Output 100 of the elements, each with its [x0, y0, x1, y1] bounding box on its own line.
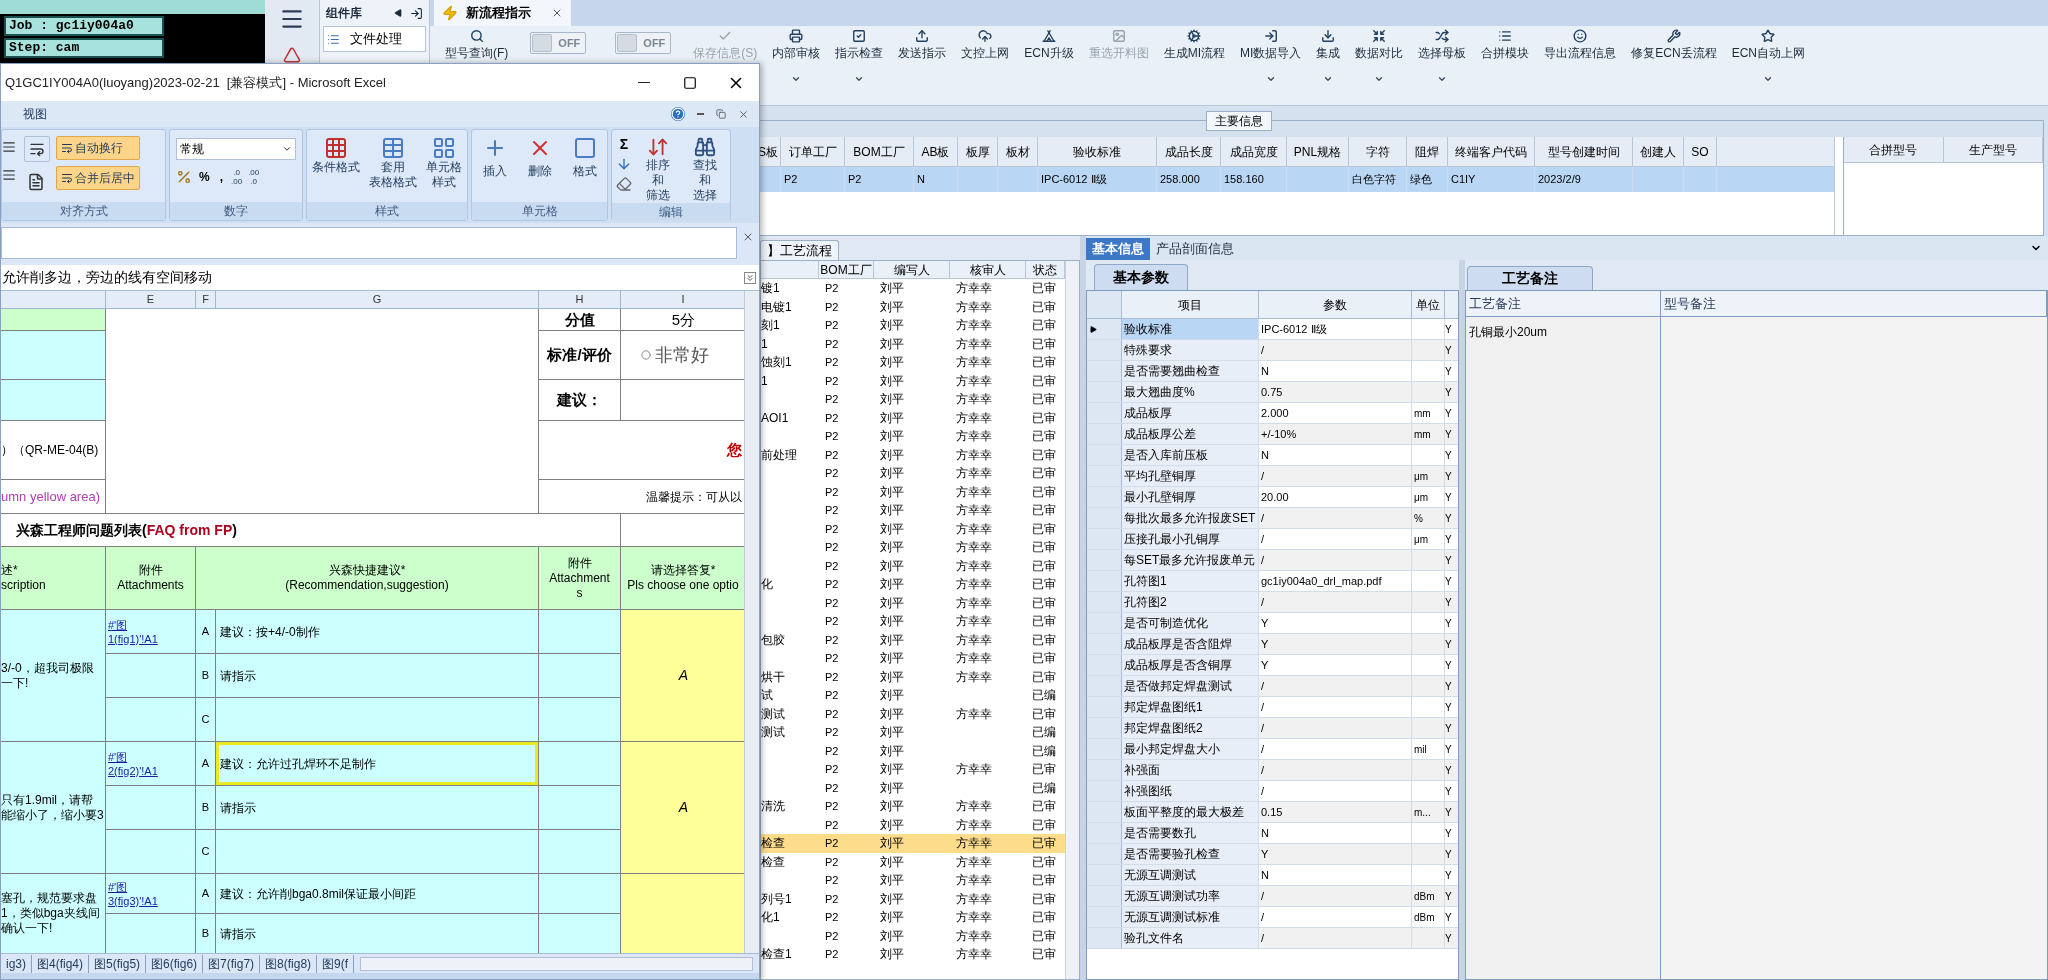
ribbon-button[interactable]: % — [196, 168, 213, 186]
ribbon-button[interactable]: , — [216, 168, 226, 186]
table-cell-text: 已审 — [1031, 502, 1057, 520]
sheet-tab[interactable]: ig3) — [1, 954, 32, 973]
table-cell: 建议：允许削bga0.8mil保证最小间距 — [216, 874, 539, 914]
table-cell-text: 刘平 — [879, 872, 905, 890]
ribbon-button[interactable]: 单元格 样式 — [422, 136, 467, 202]
collapse-icon[interactable] — [394, 9, 402, 17]
column-header: 编写人 — [874, 261, 950, 278]
table-cell: / — [1259, 676, 1412, 696]
toolbar-button[interactable]: 选择母板 — [1413, 26, 1472, 84]
table-cell-text: Y — [1445, 343, 1453, 358]
vertical-scrollbar[interactable] — [1065, 261, 1079, 979]
restore-icon[interactable] — [716, 109, 726, 119]
toolbar-button[interactable]: 集成 — [1311, 26, 1346, 84]
close-icon[interactable] — [738, 108, 749, 120]
sheet-tab[interactable]: 图4(fig4) — [32, 954, 90, 973]
ribbon-button[interactable]: 合并后居中 — [56, 166, 140, 190]
panel-tab[interactable]: 工艺备注 — [1467, 266, 1593, 290]
sheet-tab[interactable]: 图7(fig7) — [203, 954, 261, 973]
toolbar-button[interactable]: 导出流程信息 — [1539, 26, 1622, 60]
menu-tab[interactable]: 视图 — [23, 105, 47, 123]
column-header: 型号备注 — [1661, 291, 2047, 316]
ribbon-button[interactable]: 格式 — [568, 136, 601, 202]
toolbar-button[interactable]: ECN升级 — [1019, 26, 1079, 60]
cell-link[interactable]: #'图 3(fig3)'!A1 — [106, 879, 195, 908]
table-cell-text: μm — [1413, 490, 1429, 505]
toolbar-button[interactable]: 数据对比 — [1350, 26, 1409, 84]
decimal-button[interactable]: .0 .00 — [230, 168, 244, 186]
align-icon[interactable] — [2, 140, 16, 154]
format-dropdown[interactable]: 常规 — [176, 138, 296, 160]
vertical-scrollbar[interactable] — [744, 291, 759, 953]
minimize-icon[interactable] — [697, 113, 704, 115]
table-cell-text: 刘平 — [879, 409, 905, 427]
table-cell-text: 方幸幸 — [955, 910, 992, 925]
dock-icon[interactable] — [410, 6, 423, 20]
table-cell: 检查1 — [761, 947, 792, 962]
fill-icon[interactable] — [616, 156, 632, 172]
table-cell-text: 已审 — [1031, 409, 1057, 427]
ribbon-button[interactable]: 插入 — [478, 136, 511, 202]
decimal-button[interactable]: .00 .0 — [247, 168, 261, 186]
panel-tab[interactable]: 产品剖面信息 — [1150, 238, 1240, 260]
orientation-icon[interactable] — [24, 136, 50, 162]
group-title: 主要信息 — [1206, 111, 1272, 131]
ribbon-button[interactable]: 查找和 选择 — [683, 136, 726, 203]
expand-icon[interactable] — [744, 271, 756, 284]
table-cell-text: 方幸幸 — [955, 540, 992, 555]
toolbar-button[interactable]: 合拼模块 — [1476, 26, 1535, 60]
sheet-tab[interactable]: 图8(fig8) — [260, 954, 318, 973]
table-cell: 每SET最多允许报废单元 — [1122, 550, 1259, 570]
toolbar-button[interactable]: 生成MI流程 — [1158, 26, 1230, 60]
align-icon[interactable] — [2, 168, 16, 182]
ribbon-button[interactable]: 套用 表格格式 — [365, 136, 421, 202]
table-cell-text: 方幸幸 — [955, 762, 992, 777]
close-icon[interactable] — [551, 7, 563, 19]
ribbon-button[interactable]: 条件格式 — [307, 136, 364, 202]
document-tab[interactable]: 新流程指示 — [434, 0, 571, 26]
toolbar-button[interactable]: 型号查询(F) — [440, 26, 514, 60]
cell-style-icon — [432, 136, 457, 160]
sheet-tab[interactable]: 图6(fig6) — [146, 954, 204, 973]
ribbon-button[interactable]: 自动换行 — [56, 136, 140, 160]
toolbar-button[interactable]: MI数据导入 — [1235, 26, 1307, 84]
cell-link[interactable]: #'图 1(fig1)'!A1 — [106, 617, 195, 646]
toolbar-button[interactable]: 修复ECN丢流程 — [1626, 26, 1722, 60]
radio-button[interactable] — [641, 350, 651, 360]
toolbar-button[interactable]: 指示检查 — [830, 26, 889, 84]
text-area[interactable]: 孔铜最小20um — [1466, 317, 1661, 979]
table-cell-text: Y — [1445, 406, 1453, 421]
panel-tab[interactable]: 基本参数 — [1094, 264, 1188, 290]
cell-link[interactable]: #'图 2(fig2)'!A1 — [106, 749, 195, 778]
eraser-icon[interactable] — [616, 176, 632, 192]
table-cell-text: Y — [1445, 910, 1453, 925]
toolbar-button[interactable]: 文控上网 — [956, 26, 1015, 60]
row-header[interactable] — [1087, 319, 1122, 339]
table-cell-text: P2 — [824, 799, 840, 814]
table-cell-text: 已审 — [1031, 613, 1057, 631]
table-cell-text: 刘平 — [879, 335, 905, 353]
close-icon[interactable] — [742, 231, 754, 243]
toolbar-button[interactable]: 内部审核 — [767, 26, 826, 84]
ribbon-button[interactable]: 删除 — [523, 136, 556, 202]
sum-button[interactable]: Σ — [616, 136, 632, 152]
wrap-icon — [61, 172, 73, 184]
panel-tab[interactable]: 基本信息 — [1086, 238, 1150, 260]
column-header: 参数 — [1259, 291, 1412, 318]
formula-bar[interactable] — [1, 227, 737, 259]
sheet-tab[interactable]: 图5(fig5) — [89, 954, 147, 973]
toolbar-button[interactable]: ECN自动上网 — [1726, 26, 1811, 84]
horizontal-scrollbar[interactable] — [360, 956, 753, 971]
panel-item[interactable]: 文件处理 — [323, 26, 426, 52]
panel-tab[interactable]: 】工艺流程 — [760, 240, 839, 260]
help-icon[interactable] — [671, 107, 685, 121]
table-row[interactable]: 检查 P2 刘平 方幸幸 已审 — [761, 834, 1065, 853]
ribbon-button[interactable]: 排序和 筛选 — [636, 136, 679, 203]
table-cell-text: Y — [1445, 322, 1453, 337]
toolbar-button[interactable]: 发送指示 — [893, 26, 952, 60]
column-header: H — [539, 291, 621, 308]
table-cell: 3/-0，超我司极限 一下! — [1, 610, 106, 742]
sheet-tab[interactable]: 图9(f — [317, 954, 355, 973]
column-header: 单位 — [1412, 291, 1445, 318]
text-area[interactable] — [1661, 317, 2047, 979]
